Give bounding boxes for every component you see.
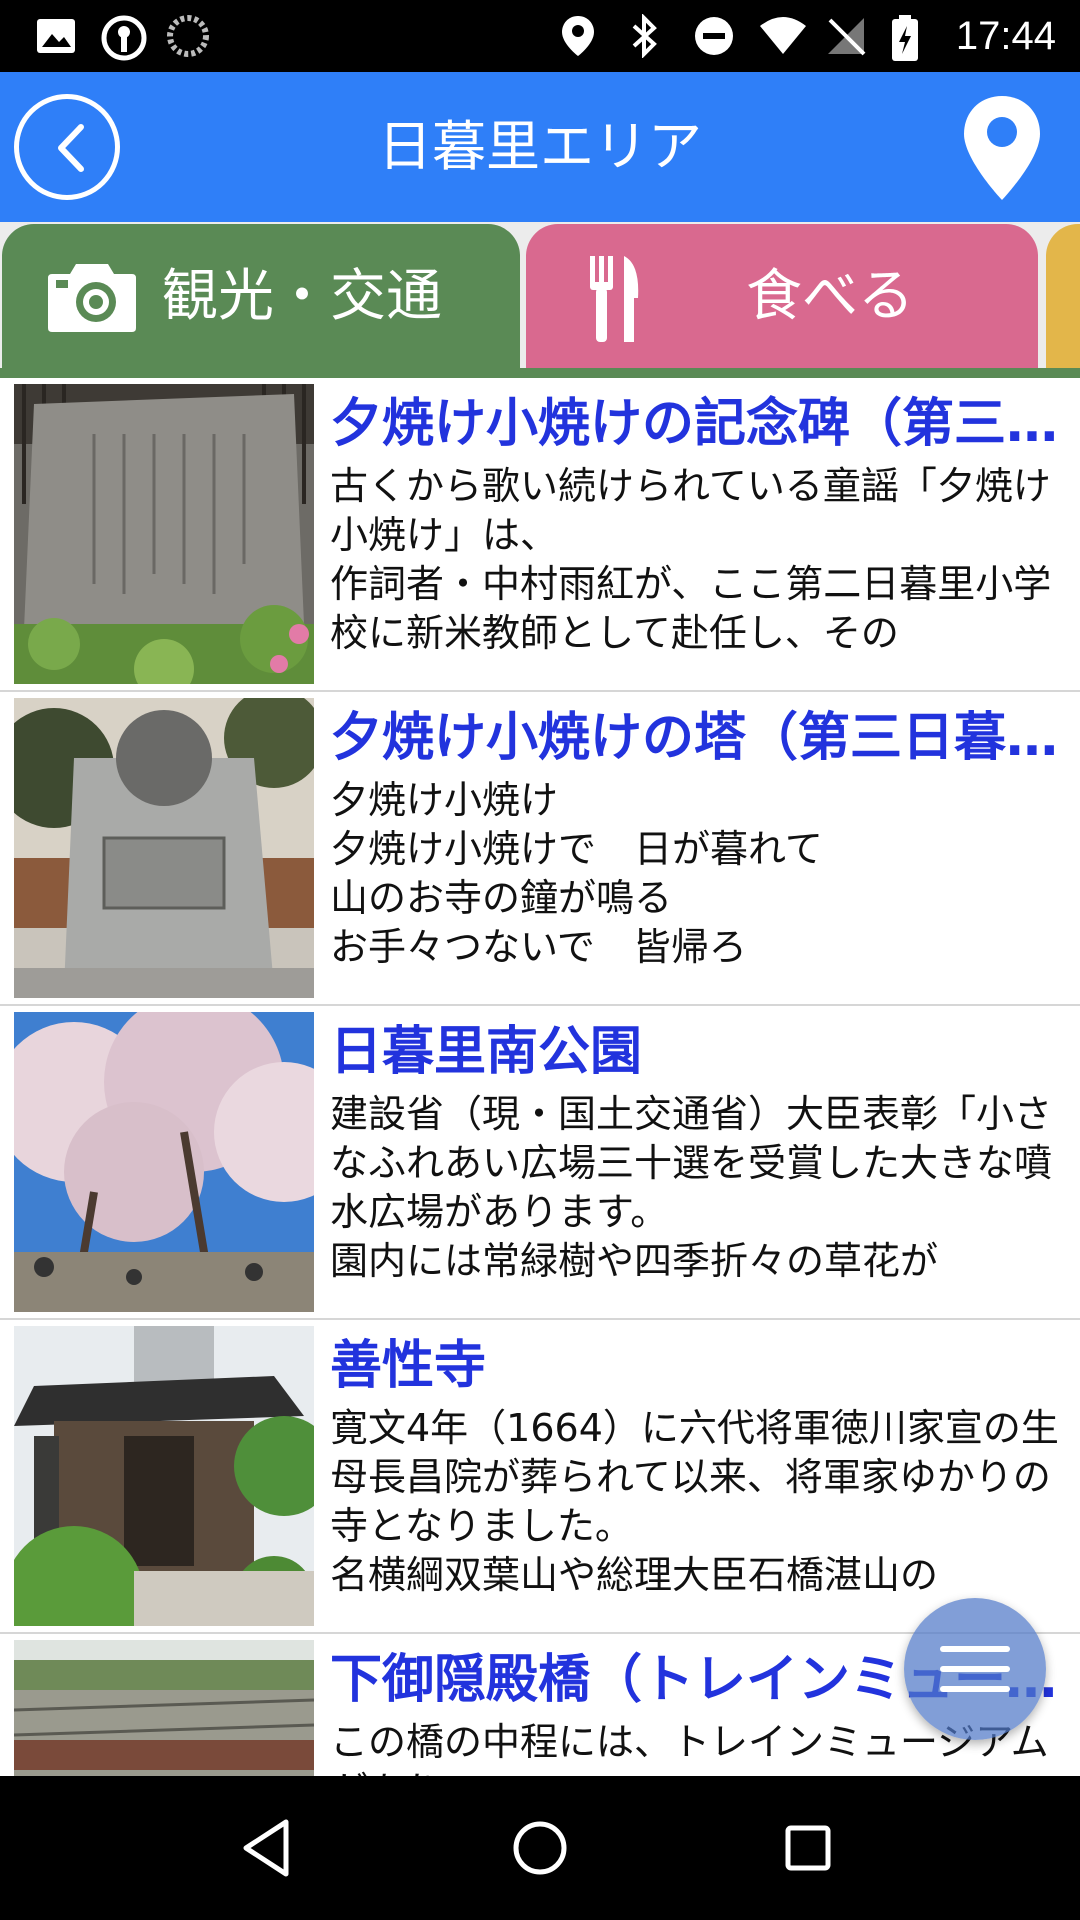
monument-tower-photo	[14, 698, 314, 998]
list-item[interactable]: 日暮里南公園 建設省（現・国土交通省）大臣表彰「小さなふれあい広場三十選を受賞し…	[0, 1006, 1080, 1320]
railway-tracks-photo	[14, 1640, 314, 1776]
spot-list: 夕焼け小焼けの記念碑（第三日暮里小学校） 古くから歌い続けられている童謡「夕焼け…	[0, 378, 1080, 1776]
cherry-blossom-park-photo	[14, 1012, 314, 1312]
app-header: 日暮里エリア	[0, 72, 1080, 222]
category-tabs: 観光・交通 食べる	[0, 222, 1080, 378]
temple-gate-photo	[14, 1326, 314, 1626]
location-key-icon	[100, 14, 147, 61]
menu-fab-button[interactable]	[904, 1598, 1046, 1740]
map-pin-button[interactable]	[960, 92, 1044, 204]
home-nav-button[interactable]	[504, 1812, 576, 1884]
item-title: 日暮里南公園	[330, 1022, 643, 1082]
back-nav-button[interactable]	[232, 1812, 304, 1884]
home-nav-icon	[513, 1821, 567, 1875]
item-description: 寛文4年（1664）に六代将軍徳川家宣の生母長昌院が葬られて以来、将軍家ゆかりの…	[330, 1406, 1059, 1597]
bluetooth-icon	[626, 13, 670, 59]
camera-icon	[46, 260, 138, 338]
item-title: 夕焼け小焼けの塔（第三日暮里小学校）	[330, 708, 1070, 768]
list-item[interactable]: 善性寺 寛文4年（1664）に六代将軍徳川家宣の生母長昌院が葬られて以来、将軍家…	[0, 1320, 1080, 1634]
location-icon	[560, 14, 604, 58]
map-pin-icon	[964, 96, 1040, 200]
list-item[interactable]: 夕焼け小焼けの記念碑（第三日暮里小学校） 古くから歌い続けられている童謡「夕焼け…	[0, 378, 1080, 692]
item-title: 善性寺	[330, 1336, 487, 1396]
list-item[interactable]: 夕焼け小焼けの塔（第三日暮里小学校） 夕焼け小焼け 夕焼け小焼けで 日が暮れて …	[0, 692, 1080, 1006]
tab-eat[interactable]: 食べる	[526, 224, 1038, 368]
recents-nav-button[interactable]	[772, 1812, 844, 1884]
fork-knife-icon	[584, 254, 644, 348]
tab-sightseeing[interactable]: 観光・交通	[2, 224, 520, 368]
do-not-disturb-icon	[692, 14, 736, 58]
battery-charging-icon	[890, 14, 934, 61]
wifi-icon	[758, 14, 806, 58]
back-nav-icon	[243, 1819, 289, 1877]
tab-label: 観光・交通	[162, 264, 442, 329]
item-description: 夕焼け小焼け 夕焼け小焼けで 日が暮れて 山のお寺の鐘が鳴る お手々つないで 皆…	[330, 778, 823, 969]
page-title: 日暮里エリア	[378, 115, 702, 178]
item-title: 夕焼け小焼けの記念碑（第三日暮里小学校）	[330, 394, 1070, 454]
clock: 17:44	[955, 14, 1056, 58]
status-bar: 17:44	[0, 0, 1080, 72]
item-description: 古くから歌い続けられている童謡「夕焼け小焼け」は、 作詞者・中村雨紅が、ここ第二…	[330, 464, 1052, 655]
no-sim-icon	[824, 14, 868, 58]
stone-monument-photo	[14, 384, 314, 684]
sync-spinner-icon	[166, 14, 210, 58]
tab-next-category[interactable]	[1046, 224, 1080, 368]
tab-label: 食べる	[746, 264, 914, 329]
recents-nav-icon	[785, 1825, 831, 1871]
image-icon	[34, 14, 78, 58]
system-nav-bar	[0, 1776, 1080, 1920]
item-description: 建設省（現・国土交通省）大臣表彰「小さなふれあい広場三十選を受賞した大きな噴水広…	[330, 1092, 1053, 1283]
